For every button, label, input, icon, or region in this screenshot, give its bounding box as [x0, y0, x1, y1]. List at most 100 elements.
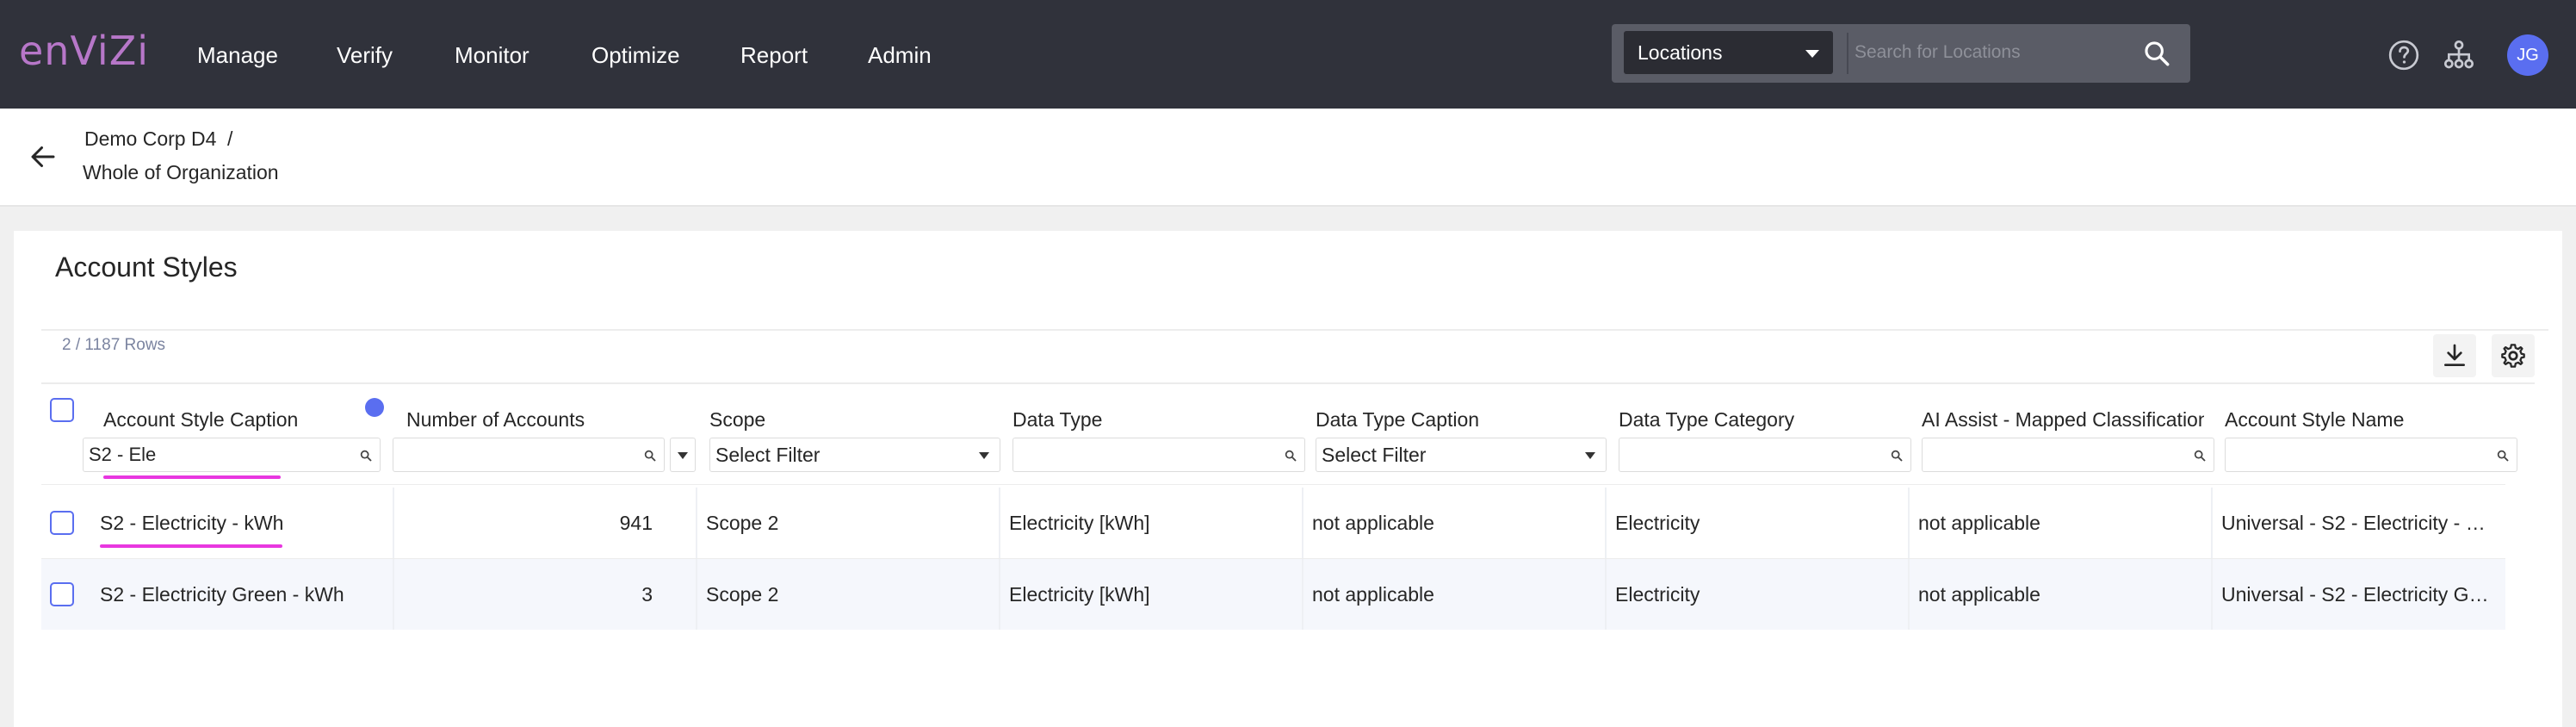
column-header-caption[interactable]: Account Style Caption [103, 408, 362, 432]
column-separator [1605, 488, 1607, 558]
user-avatar[interactable]: JG [2507, 34, 2548, 76]
ai-assist-filter-input[interactable] [1923, 438, 2214, 471]
nav-report[interactable]: Report [740, 38, 808, 72]
cell-data-type: Electricity [kWh] [1009, 512, 1150, 534]
column-header-data-type-category[interactable]: Data Type Category [1619, 408, 1903, 432]
breadcrumb-current: Whole of Organization [83, 161, 279, 183]
cell-ai-assist: not applicable [1918, 512, 2040, 534]
breadcrumb-header: Demo Corp D4 / Whole of Organization [0, 109, 2576, 207]
scope-filter-select[interactable]: Select Filter [709, 438, 1000, 472]
nav-admin[interactable]: Admin [868, 38, 932, 72]
cell-accounts: 941 [619, 512, 653, 534]
download-button[interactable] [2433, 334, 2476, 377]
download-icon [2444, 344, 2465, 366]
ai-assist-filter [1922, 438, 2214, 472]
column-separator [1908, 488, 1910, 558]
column-separator [2211, 488, 2213, 558]
highlight-underline [100, 544, 282, 548]
cell-data-type-category: Electricity [1615, 583, 1700, 606]
chevron-down-icon [979, 452, 989, 459]
data-type-caption-filter-label: Select Filter [1322, 444, 1427, 466]
data-type-caption-filter-select[interactable]: Select Filter [1316, 438, 1607, 472]
account-styles-grid: Account Style Caption Number of Accounts… [41, 382, 2535, 727]
search-icon [1285, 450, 1297, 462]
envizi-logo[interactable]: enViZi [19, 29, 149, 72]
row-checkbox[interactable] [50, 511, 74, 535]
nav-optimize[interactable]: Optimize [591, 38, 680, 72]
column-separator [999, 488, 1000, 558]
highlight-underline [103, 475, 281, 479]
select-all-checkbox[interactable] [50, 398, 74, 422]
column-separator [1302, 559, 1303, 630]
account-style-name-filter-input[interactable] [2226, 438, 2517, 471]
search-icon [360, 450, 372, 462]
accounts-filter-input[interactable] [393, 438, 664, 471]
divider [1847, 33, 1848, 74]
row-checkbox[interactable] [50, 582, 74, 606]
column-header-data-type[interactable]: Data Type [1012, 408, 1297, 432]
cell-scope: Scope 2 [706, 512, 779, 534]
chevron-down-icon [1585, 452, 1595, 459]
chevron-down-icon [1805, 50, 1819, 58]
search-icon [1891, 450, 1903, 462]
location-type-select[interactable]: Locations [1624, 31, 1833, 74]
breadcrumb-separator: / [227, 127, 233, 150]
cell-data-type-caption: not applicable [1312, 512, 1434, 534]
caption-filter [83, 438, 381, 472]
account-style-name-filter [2225, 438, 2517, 472]
column-separator [696, 488, 697, 558]
column-separator [1302, 488, 1303, 558]
hierarchy-icon[interactable] [2442, 38, 2476, 72]
data-type-filter-input[interactable] [1013, 438, 1304, 471]
divider [41, 329, 2548, 331]
caption-filter-input[interactable] [84, 438, 380, 471]
data-type-category-filter-input[interactable] [1619, 438, 1910, 471]
column-header-scope[interactable]: Scope [709, 408, 994, 432]
settings-button[interactable] [2492, 334, 2535, 377]
column-separator [2211, 559, 2213, 630]
account-styles-card: Account Styles 2 / 1187 Rows Account Sty… [14, 231, 2562, 727]
nav-monitor[interactable]: Monitor [455, 38, 529, 72]
cell-scope: Scope 2 [706, 583, 779, 606]
column-header-ai-assist[interactable]: AI Assist - Mapped Classification [1922, 408, 2204, 432]
gear-icon [2501, 344, 2525, 368]
column-header-account-style-name[interactable]: Account Style Name [2225, 408, 2509, 432]
cell-caption: S2 - Electricity Green - kWh [100, 583, 344, 606]
search-icon[interactable] [2142, 39, 2171, 68]
back-arrow-icon[interactable] [28, 141, 59, 172]
nav-manage[interactable]: Manage [197, 38, 278, 72]
top-navigation-bar: enViZi Manage Verify Monitor Optimize Re… [0, 0, 2576, 109]
page-title: Account Styles [55, 252, 238, 283]
table-row[interactable]: S2 - Electricity - kWh 941 Scope 2 Elect… [41, 488, 2505, 558]
cell-data-type-caption: not applicable [1312, 583, 1434, 606]
column-separator [1605, 559, 1607, 630]
location-search-input[interactable] [1855, 31, 2164, 74]
column-header-data-type-caption[interactable]: Data Type Caption [1316, 408, 1600, 432]
cell-account-style-name: Universal - S2 - Electricity Green - kWh [2221, 583, 2495, 606]
data-type-filter [1012, 438, 1305, 472]
cell-accounts: 3 [641, 583, 653, 606]
location-type-label: Locations [1638, 41, 1723, 64]
cell-account-style-name: Universal - S2 - Electricity - kWh [2221, 512, 2495, 534]
column-header-number-of-accounts[interactable]: Number of Accounts [406, 408, 690, 432]
column-separator [999, 559, 1000, 630]
divider [41, 484, 2505, 485]
search-icon [2497, 450, 2509, 462]
cell-ai-assist: not applicable [1918, 583, 2040, 606]
accounts-filter [393, 438, 665, 472]
search-icon [644, 450, 656, 462]
cell-data-type-category: Electricity [1615, 512, 1700, 534]
nav-verify[interactable]: Verify [337, 38, 393, 72]
rows-count: 2 / 1187 Rows [62, 336, 166, 354]
help-icon[interactable] [2387, 38, 2421, 72]
column-separator [696, 559, 697, 630]
chevron-down-icon [678, 452, 688, 459]
search-icon [2194, 450, 2206, 462]
column-separator [1908, 559, 1910, 630]
data-type-category-filter [1619, 438, 1911, 472]
scope-filter-label: Select Filter [715, 444, 820, 466]
sort-indicator-icon[interactable] [365, 398, 384, 417]
accounts-filter-operator[interactable] [670, 438, 696, 472]
breadcrumb-parent[interactable]: Demo Corp D4 [84, 127, 216, 151]
table-row[interactable]: S2 - Electricity Green - kWh 3 Scope 2 E… [41, 559, 2505, 630]
